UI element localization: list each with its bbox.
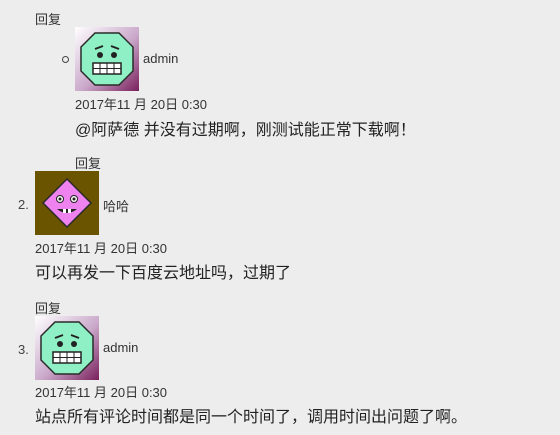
reply-link[interactable]: 回复 [35,9,61,28]
green-worried-face-icon [75,27,139,91]
reply-link[interactable]: 回复 [75,153,101,172]
avatar[interactable] [35,171,99,235]
avatar[interactable] [35,316,99,380]
green-worried-face-icon [35,316,99,380]
list-bullet [62,56,69,63]
reply-link[interactable]: 回复 [35,298,61,317]
comment-number: 2. [18,197,29,212]
pink-grinning-face-icon [35,171,99,235]
comment-content: 站点所有评论时间都是同一个时间了，调用时间出问题了啊。 [35,409,468,426]
comment-author[interactable]: 哈哈 [103,196,129,215]
comment-number: 3. [18,342,29,357]
avatar[interactable] [75,27,139,91]
comment-date[interactable]: 2017年11 月 20日 0:30 [35,238,167,257]
comment-content: @阿萨德 并没有过期啊，刚测试能正常下载啊！ [75,122,416,139]
comment-author[interactable]: admin [103,340,138,355]
comment-content: 可以再发一下百度云地址吗，过期了 [35,265,292,282]
comment-author[interactable]: admin [143,51,178,66]
comment-date[interactable]: 2017年11 月 20日 0:30 [75,94,207,113]
comment-date[interactable]: 2017年11 月 20日 0:30 [35,382,167,401]
